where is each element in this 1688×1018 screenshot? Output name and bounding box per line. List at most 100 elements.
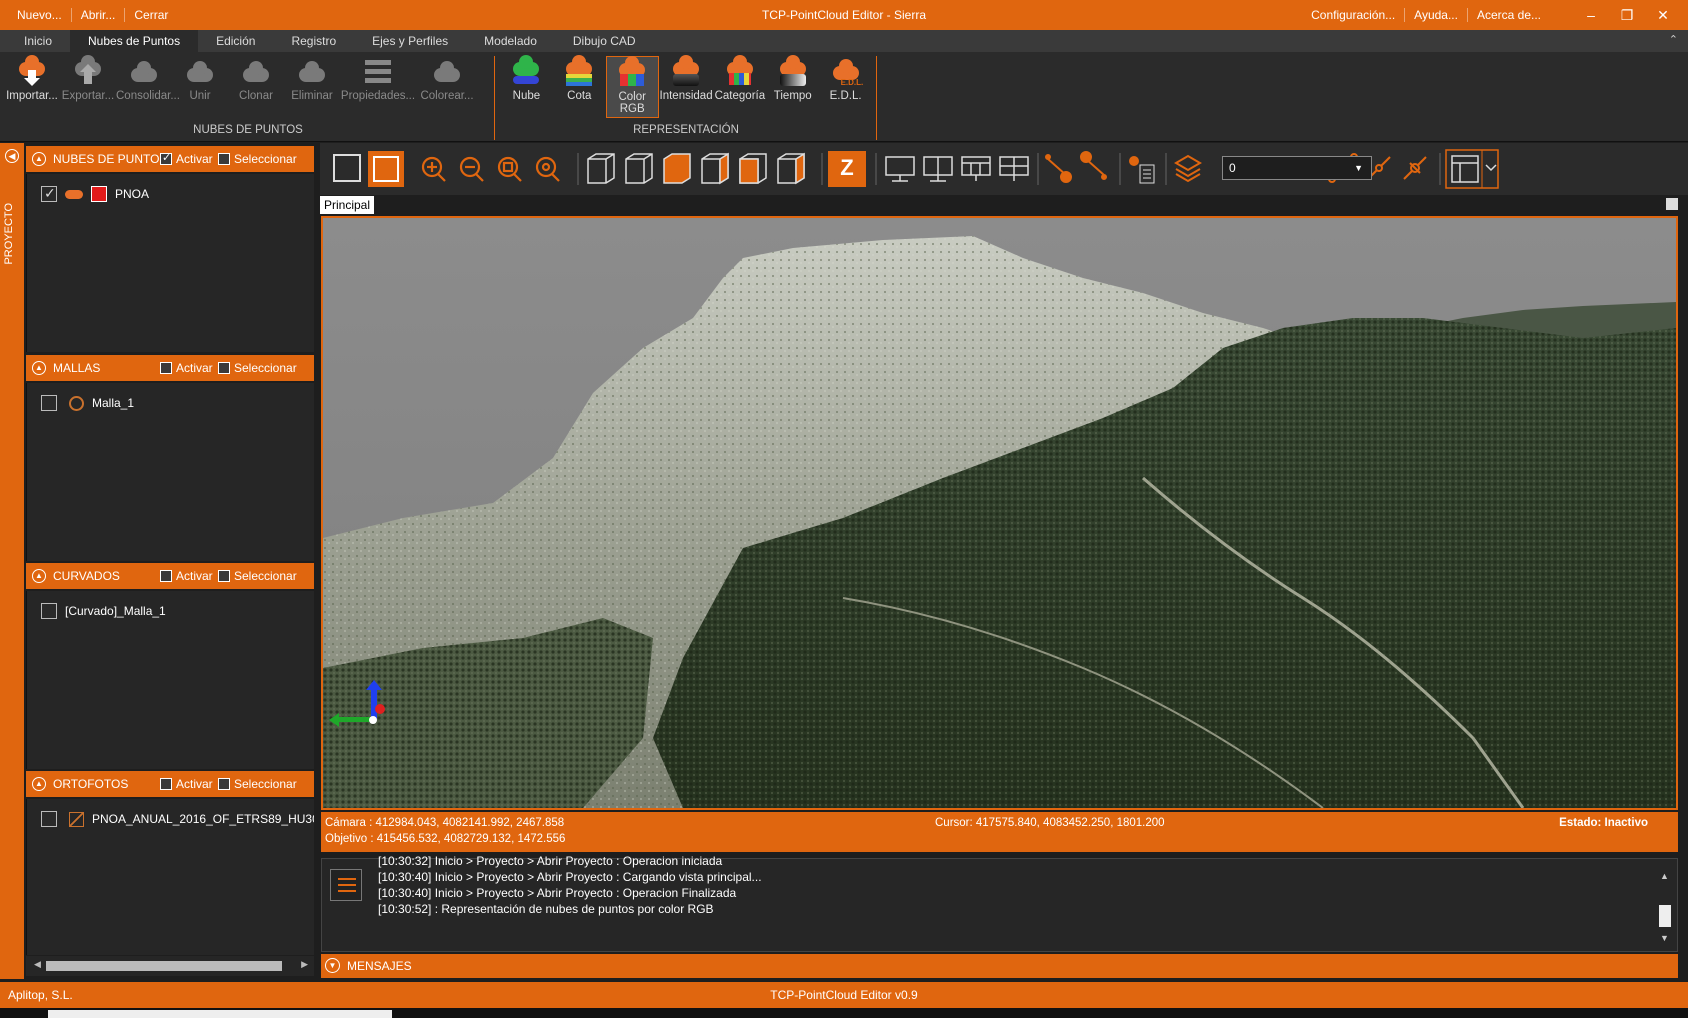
message-list-icon[interactable] [330,869,362,901]
view-top-icon[interactable] [660,151,694,185]
tab-principal[interactable]: Principal [320,196,375,214]
zoom-window-icon[interactable] [491,151,525,185]
scroll-down-icon[interactable]: ▼ [1660,933,1669,943]
settings-button[interactable]: Configuración... [1302,8,1406,22]
scrollbar-thumb[interactable] [1659,905,1671,927]
merge-button[interactable]: Unir [172,56,228,118]
list-item[interactable]: PNOA_ANUAL_2016_OF_ETRS89_HU30_h [41,811,314,827]
seleccionar-checkbox[interactable] [218,362,230,374]
view-left-icon[interactable] [774,151,808,185]
seleccionar-checkbox[interactable] [218,778,230,790]
minimize-icon[interactable]: – [1574,4,1608,26]
tab-edicion[interactable]: Edición [198,30,273,52]
section-header-mallas[interactable]: ▲ MALLAS Activar Seleccionar [26,355,314,381]
colorize-button[interactable]: Colorear... [416,56,478,118]
scroll-up-icon[interactable]: ▲ [1660,871,1669,881]
section-title: CURVADOS [53,569,120,583]
delete-button[interactable]: Eliminar [284,56,340,118]
single-view-icon[interactable] [882,151,916,185]
project-panel-strip[interactable]: ◀ PROYECTO [0,143,24,979]
new-button[interactable]: Nuevo... [8,8,72,22]
messages-header[interactable]: ▼ MENSAJES [321,954,1678,978]
chevron-down-icon[interactable]: ▼ [325,958,340,973]
activar-checkbox[interactable] [160,778,172,790]
split-view-4-icon[interactable] [996,151,1030,185]
close-project-button[interactable]: Cerrar [125,8,177,22]
tab-modelado[interactable]: Modelado [466,30,555,52]
layers-icon[interactable] [1172,151,1206,185]
color-rgb-button[interactable]: Color RGB [605,56,659,118]
point-disconnect-icon[interactable] [1080,151,1114,185]
chevron-up-icon[interactable]: ▲ [32,361,46,375]
taskbar-window[interactable] [48,1010,392,1018]
item-checkbox[interactable] [41,811,57,827]
clone-button[interactable]: Clonar [228,56,284,118]
scroll-left-icon[interactable]: ◀ [34,959,41,970]
chevron-up-icon[interactable]: ▲ [32,569,46,583]
list-item[interactable]: PNOA [41,185,149,202]
consolidate-button[interactable]: Consolidar... [116,56,180,118]
collapse-panel-icon[interactable]: ◀ [5,149,19,163]
viewport-3d[interactable] [321,216,1678,810]
select-box-tool[interactable] [332,151,366,185]
section-header-ortofotos[interactable]: ▲ ORTOFOTOS Activar Seleccionar [26,771,314,797]
open-button[interactable]: Abrir... [72,8,126,22]
collapse-ribbon-icon[interactable]: ⌃ [1669,33,1678,46]
tab-ejes-y-perfiles[interactable]: Ejes y Perfiles [354,30,466,52]
scrollbar-thumb[interactable] [46,961,282,971]
seleccionar-checkbox[interactable] [218,570,230,582]
point-list-icon[interactable] [1128,151,1162,185]
tab-dibujo-cad[interactable]: Dibujo CAD [555,30,654,52]
seleccionar-checkbox[interactable] [218,153,230,165]
list-item[interactable]: [Curvado]_Malla_1 [41,603,166,619]
tiempo-button[interactable]: Tiempo [766,55,819,118]
list-item[interactable]: Malla_1 [41,395,134,411]
snap-point-icon[interactable] [1292,151,1326,185]
zoom-out-icon[interactable] [453,151,487,185]
properties-button[interactable]: Propiedades... [340,56,416,118]
view-back-icon[interactable] [736,151,770,185]
activar-checkbox[interactable] [160,151,172,165]
view-front-icon[interactable] [622,151,656,185]
snap-nearest-icon[interactable] [1398,151,1432,185]
view-right-icon[interactable] [698,151,732,185]
messages-scrollbar[interactable]: ▲ ▼ [1659,871,1671,943]
fit-view-tool[interactable] [368,151,402,185]
item-checkbox[interactable] [41,395,57,411]
cota-button[interactable]: Cota [553,55,606,118]
snap-midpoint-icon[interactable] [1362,151,1396,185]
item-checkbox[interactable] [41,185,57,202]
tab-inicio[interactable]: Inicio [6,30,70,52]
help-button[interactable]: Ayuda... [1405,8,1468,22]
zoom-extents-icon[interactable] [529,151,563,185]
layout-dropdown-icon[interactable] [1448,151,1498,185]
split-view-3-icon[interactable] [958,151,992,185]
viewport-menu-icon[interactable] [1666,198,1678,210]
tab-nubes-de-puntos[interactable]: Nubes de Puntos [70,30,199,52]
about-button[interactable]: Acerca de... [1468,8,1550,22]
edl-button[interactable]: E.D.L. E.D.L. [819,56,872,118]
snap-endpoint-icon[interactable] [1326,151,1360,185]
section-header-nubes[interactable]: ▲ NUBES DE PUNTOS Activar Seleccionar [26,146,314,172]
intensidad-button[interactable]: Intensidad [659,55,714,118]
activar-checkbox[interactable] [160,570,172,582]
chevron-up-icon[interactable]: ▲ [32,777,46,791]
activar-checkbox[interactable] [160,362,172,374]
view-iso-icon[interactable] [584,151,618,185]
split-view-2-icon[interactable] [920,151,954,185]
close-icon[interactable]: ✕ [1646,4,1680,26]
restore-icon[interactable]: ❐ [1610,4,1644,26]
scroll-right-icon[interactable]: ▶ [301,959,308,970]
categoria-button[interactable]: Categoría [713,55,766,118]
import-button[interactable]: Importar... [4,55,60,118]
z-scale-icon[interactable]: Z [830,151,864,185]
export-button[interactable]: Exportar... [60,55,116,118]
item-checkbox[interactable] [41,603,57,619]
nube-button[interactable]: Nube [500,55,553,118]
tab-registro[interactable]: Registro [273,30,354,52]
chevron-up-icon[interactable]: ▲ [32,152,46,166]
left-panel-scrollbar[interactable]: ◀ ▶ [26,956,314,976]
point-connect-icon[interactable] [1042,151,1076,185]
zoom-in-icon[interactable] [415,151,449,185]
section-header-curvados[interactable]: ▲ CURVADOS Activar Seleccionar [26,563,314,589]
